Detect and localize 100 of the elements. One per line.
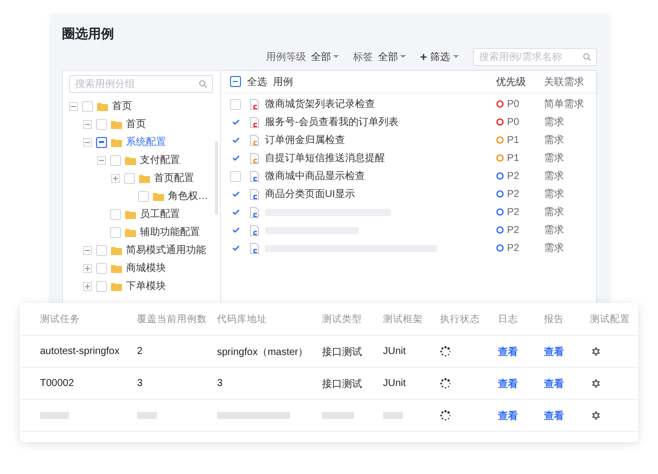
tree-item[interactable]: 首页配置 <box>154 171 194 185</box>
view-report-link[interactable]: 查看 <box>544 344 564 358</box>
priority-label: P2 <box>507 224 520 236</box>
priority-ring-icon <box>496 226 504 234</box>
checkbox[interactable] <box>96 136 107 148</box>
expand-toggle[interactable] <box>83 282 92 290</box>
collapse-toggle[interactable] <box>83 246 92 254</box>
case-name[interactable]: 订单佣金归属检查 <box>265 133 490 147</box>
view-log-link[interactable]: 查看 <box>498 376 518 390</box>
case-name[interactable]: 微商城货架列表记录检查 <box>265 97 490 111</box>
caret-icon <box>453 55 459 59</box>
filter-dropdown[interactable]: 全部 <box>310 50 339 64</box>
collapse-toggle[interactable] <box>97 156 106 164</box>
settings-icon[interactable] <box>590 346 601 357</box>
file-icon <box>250 206 259 218</box>
filter-label: 标签 <box>352 50 373 64</box>
priority-label: P0 <box>507 116 520 128</box>
checkbox[interactable] <box>230 206 241 218</box>
loading-placeholder <box>40 412 69 419</box>
file-icon <box>250 224 259 236</box>
view-report-link[interactable]: 查看 <box>544 376 564 390</box>
column-header: 日志 <box>498 312 518 326</box>
expand-toggle[interactable] <box>83 264 92 272</box>
priority-ring-icon <box>496 172 504 180</box>
column-header: 覆盖当前用例数 <box>137 312 207 326</box>
table-cell-text: springfox（master） <box>217 346 308 358</box>
filter-dropdown[interactable]: 全部 <box>378 50 406 64</box>
settings-icon[interactable] <box>590 410 601 421</box>
column-header: 关联需求 <box>544 76 585 88</box>
checkbox[interactable] <box>230 152 241 164</box>
file-icon <box>250 98 259 110</box>
folder-icon <box>125 156 136 164</box>
checkbox[interactable] <box>230 242 241 254</box>
collapse-toggle[interactable] <box>69 102 78 110</box>
collapse-toggle[interactable] <box>83 138 92 146</box>
requirement-label: 需求 <box>544 116 565 129</box>
priority-ring-icon <box>496 136 504 144</box>
settings-icon[interactable] <box>590 378 601 389</box>
expand-toggle[interactable] <box>111 174 120 182</box>
folder-icon <box>139 174 150 182</box>
loading-spinner-icon <box>440 346 451 357</box>
loading-placeholder <box>383 412 403 419</box>
column-header: 用例 <box>273 76 294 88</box>
table-cell: 3 <box>217 378 223 389</box>
file-icon <box>250 134 259 146</box>
checkbox[interactable] <box>230 116 241 128</box>
case-name[interactable]: 微商城中商品显示检查 <box>265 169 490 183</box>
filter-button[interactable]: + 筛选 <box>420 50 459 64</box>
search-icon <box>583 53 591 61</box>
checkbox[interactable] <box>230 134 241 146</box>
loading-placeholder <box>137 412 157 419</box>
tree-item[interactable]: 简易模式通用功能 <box>126 243 206 257</box>
table-cell-text: 接口测试 <box>322 378 362 390</box>
tree-item[interactable]: 辅助功能配置 <box>140 225 200 239</box>
caret-icon <box>400 55 406 59</box>
requirement-label: 简单需求 <box>544 98 585 111</box>
priority-label: P2 <box>507 206 520 218</box>
table-cell: 3 <box>137 378 143 389</box>
column-header: 测试类型 <box>322 312 362 326</box>
tree-item[interactable]: 下单模块 <box>126 279 166 293</box>
collapse-toggle[interactable] <box>83 120 92 128</box>
filter-label: 用例等级 <box>266 51 306 64</box>
tree-item[interactable]: 商城模块 <box>126 261 166 275</box>
view-report-link[interactable]: 查看 <box>544 408 564 422</box>
folder-icon <box>111 120 122 128</box>
tree-item[interactable]: 支付配置 <box>140 153 180 167</box>
view-log-link[interactable]: 查看 <box>498 344 518 358</box>
priority-label: P2 <box>507 188 520 200</box>
checkbox[interactable] <box>230 188 241 200</box>
checkbox[interactable] <box>230 224 241 236</box>
tree-item[interactable]: 首页 <box>126 117 146 131</box>
file-icon <box>250 242 259 254</box>
tree-item[interactable]: 系统配置 <box>126 135 166 149</box>
priority-ring-icon <box>496 118 504 126</box>
column-header: 测试框架 <box>383 312 423 326</box>
priority-ring-icon <box>496 190 504 198</box>
view-log-link[interactable]: 查看 <box>498 408 518 422</box>
tree-item[interactable]: 首页 <box>112 99 132 113</box>
column-header: 执行状态 <box>440 312 480 326</box>
table-cell: JUnit <box>383 378 406 389</box>
priority-ring-icon <box>496 100 504 108</box>
priority-label: P2 <box>507 242 520 254</box>
tree-item[interactable]: 角色权… <box>168 189 208 203</box>
column-header: 测试任务 <box>40 312 80 326</box>
table-cell: JUnit <box>383 346 406 357</box>
file-icon <box>250 116 259 128</box>
case-name[interactable]: 自提订单短信推送消息提醒 <box>265 151 490 165</box>
priority-ring-icon <box>496 154 504 162</box>
folder-icon <box>97 102 108 110</box>
table-cell: T00002 <box>40 378 74 389</box>
priority-ring-icon <box>496 208 504 216</box>
case-name[interactable]: 商品分类页面UI显示 <box>265 187 490 201</box>
folder-icon <box>111 246 122 254</box>
folder-icon <box>111 138 122 146</box>
file-icon <box>250 170 259 182</box>
case-name[interactable]: 服务号-会员查看我的订单列表 <box>265 115 490 129</box>
tree-item[interactable]: 员工配置 <box>140 207 180 221</box>
requirement-label: 需求 <box>544 134 565 147</box>
column-header: 代码库地址 <box>217 312 267 326</box>
checkbox[interactable] <box>230 76 241 87</box>
